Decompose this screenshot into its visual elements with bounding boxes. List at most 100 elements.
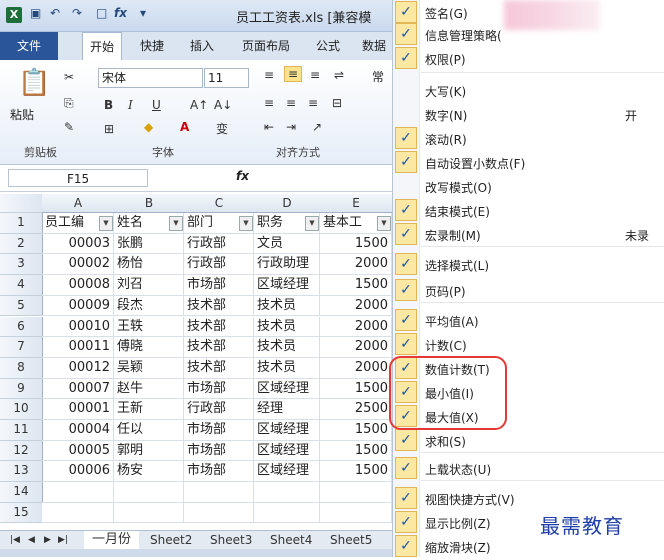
tab-shortcut[interactable]: 快捷 [132, 32, 172, 60]
menu-item[interactable]: ✓ 计数(C) [393, 332, 664, 358]
menu-item[interactable]: 数字(N) 开 [393, 102, 664, 128]
name-box[interactable]: F15 [8, 169, 148, 187]
table-cell[interactable]: 00006 [42, 461, 114, 483]
table-cell[interactable]: 00010 [42, 316, 114, 338]
sheet-tab-1[interactable]: 一月份 [84, 531, 140, 549]
menu-item[interactable]: ✓ 结束模式(E) [393, 198, 664, 224]
row-header[interactable]: 13 [0, 461, 43, 483]
row-header[interactable]: 5 [0, 295, 43, 317]
table-cell[interactable]: 00002 [42, 254, 114, 276]
table-cell[interactable]: 1500 [320, 461, 392, 483]
italic-icon[interactable]: I [128, 98, 133, 112]
table-cell[interactable]: 00003 [42, 233, 114, 255]
filter-dropdown-icon[interactable]: ▼ [239, 216, 253, 231]
table-cell[interactable]: 00005 [42, 440, 114, 462]
table-cell[interactable]: 张鹏 [114, 233, 184, 255]
border-icon[interactable]: ⊞ [104, 122, 114, 136]
row-header[interactable]: 2 [0, 233, 43, 255]
function-icon[interactable]: fx [114, 6, 127, 20]
table-cell[interactable]: 区域经理 [254, 440, 320, 462]
align-center-icon[interactable]: ≡ [286, 96, 296, 110]
table-cell[interactable]: 2000 [320, 254, 392, 276]
table-cell[interactable]: 2000 [320, 295, 392, 317]
table-cell[interactable]: 2000 [320, 357, 392, 379]
table-cell[interactable]: 00012 [42, 357, 114, 379]
table-cell[interactable]: 技术部 [184, 337, 254, 358]
table-cell[interactable] [42, 502, 114, 524]
undo-icon[interactable]: ↶ [50, 6, 60, 20]
table-cell[interactable]: 技术员 [254, 357, 320, 379]
filter-dropdown-icon[interactable]: ▼ [99, 216, 113, 231]
sheet-nav-next-icon[interactable]: ▶ [44, 531, 51, 549]
font-name-select[interactable]: 宋体 [98, 68, 203, 88]
table-cell[interactable]: 刘召 [114, 275, 184, 296]
qat-customize-icon[interactable]: ▾ [140, 6, 146, 20]
row-header[interactable]: 8 [0, 357, 43, 379]
align-bottom-icon[interactable]: ≡ [310, 68, 320, 82]
filter-dropdown-icon[interactable]: ▼ [169, 216, 183, 231]
table-cell[interactable]: 1500 [320, 440, 392, 462]
table-cell[interactable]: 行政部 [184, 399, 254, 420]
menu-item[interactable]: ✓ 平均值(A) [393, 308, 664, 334]
row-header[interactable]: 7 [0, 337, 43, 358]
table-cell[interactable]: 2000 [320, 337, 392, 358]
align-left-icon[interactable]: ≡ [264, 96, 274, 110]
table-cell[interactable]: 市场部 [184, 378, 254, 400]
table-cell[interactable]: 00011 [42, 337, 114, 358]
table-cell[interactable]: 郭明 [114, 440, 184, 462]
table-cell[interactable]: 区域经理 [254, 461, 320, 483]
number-format-select[interactable]: 常 [372, 68, 384, 85]
table-cell[interactable]: 市场部 [184, 461, 254, 483]
table-cell[interactable]: 技术员 [254, 316, 320, 338]
menu-item[interactable]: ✓ 滚动(R) [393, 126, 664, 152]
table-cell[interactable]: 1500 [320, 420, 392, 441]
copy-icon[interactable]: ⎘ [64, 96, 74, 111]
table-cell[interactable]: 00009 [42, 295, 114, 317]
table-cell[interactable]: 文员 [254, 233, 320, 255]
align-right-icon[interactable]: ≡ [308, 96, 318, 110]
filter-dropdown-icon[interactable]: ▼ [305, 216, 319, 231]
table-cell[interactable] [320, 502, 392, 524]
column-header[interactable]: B [114, 194, 185, 213]
paste-icon[interactable]: 📋 [18, 68, 50, 98]
menu-item[interactable]: ✓ 视图快捷方式(V) [393, 486, 664, 512]
table-cell[interactable]: 2500 [320, 399, 392, 420]
shrink-font-icon[interactable]: A↓ [214, 98, 232, 112]
table-cell[interactable] [184, 502, 254, 524]
table-cell[interactable] [42, 482, 114, 503]
bold-icon[interactable]: B [104, 98, 113, 112]
table-cell[interactable]: 市场部 [184, 440, 254, 462]
phonetic-icon[interactable]: 变 [216, 120, 228, 137]
tab-file[interactable]: 文件 [0, 32, 58, 60]
table-cell[interactable]: 技术员 [254, 295, 320, 317]
sheet-nav-prev-icon[interactable]: ◀ [28, 531, 35, 549]
menu-item[interactable]: 改写模式(O) [393, 174, 664, 200]
table-cell[interactable]: 1500 [320, 233, 392, 255]
column-header[interactable]: E [320, 194, 392, 213]
table-cell[interactable] [320, 482, 392, 503]
table-cell[interactable]: 行政部 [184, 254, 254, 276]
menu-item[interactable]: ✓ 页码(P) [393, 278, 664, 304]
table-cell[interactable]: 杨安 [114, 461, 184, 483]
column-header[interactable]: D [254, 194, 321, 213]
table-cell[interactable]: 00001 [42, 399, 114, 420]
menu-item[interactable]: ✓ 选择模式(L) [393, 252, 664, 278]
row-header[interactable]: 15 [0, 502, 43, 524]
align-top-icon[interactable]: ≡ [264, 68, 274, 82]
table-cell[interactable]: 傅晓 [114, 337, 184, 358]
table-cell[interactable]: 杨怡 [114, 254, 184, 276]
row-header[interactable]: 3 [0, 254, 43, 276]
menu-item[interactable]: 大写(K) [393, 78, 664, 104]
table-cell[interactable]: 1500 [320, 378, 392, 400]
decrease-indent-icon[interactable]: ⇤ [264, 120, 274, 134]
table-cell[interactable] [254, 502, 320, 524]
sheet-nav-last-icon[interactable]: ▶| [58, 531, 68, 549]
table-cell[interactable] [254, 482, 320, 503]
underline-icon[interactable]: U [152, 98, 161, 112]
menu-item[interactable]: ✓ 求和(S) [393, 428, 664, 454]
sheet-tab-3[interactable]: Sheet3 [210, 531, 252, 549]
format-painter-icon[interactable]: ✎ [64, 120, 74, 134]
table-cell[interactable]: 行政部 [184, 233, 254, 255]
increase-indent-icon[interactable]: ⇥ [286, 120, 296, 134]
tab-insert[interactable]: 插入 [182, 32, 222, 60]
